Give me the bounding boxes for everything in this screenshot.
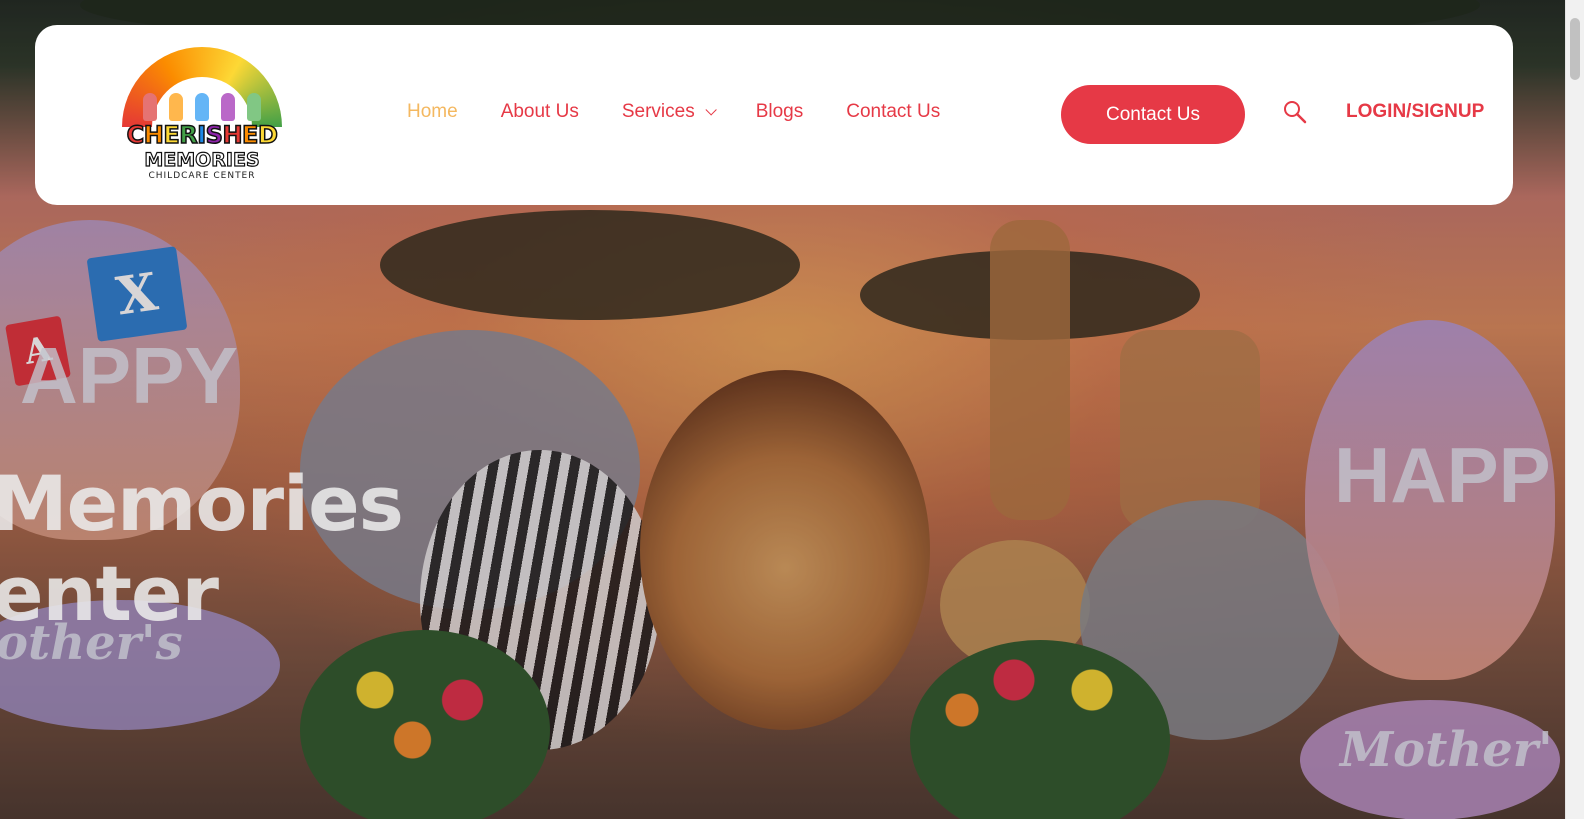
kids-illustration (137, 93, 267, 123)
logo-name-line3: CHILDCARE CENTER (148, 171, 256, 181)
scrollbar-thumb[interactable] (1570, 18, 1580, 80)
logo-name-line1: CHERISHED (126, 120, 279, 150)
main-nav: Home About Us Services Blogs Contact Us (407, 101, 983, 123)
nav-home[interactable]: Home (407, 101, 458, 123)
logo[interactable]: CHERISHED MEMORIES CHILDCARE CENTER (117, 47, 287, 185)
nav-home-label: Home (407, 101, 458, 122)
logo-name-line2: MEMORIES (144, 148, 261, 171)
chevron-down-icon (705, 104, 717, 116)
contact-us-button[interactable]: Contact Us (1061, 85, 1245, 144)
nav-about-us-label: About Us (500, 101, 579, 122)
nav-services[interactable]: Services (621, 101, 717, 123)
nav-blogs[interactable]: Blogs (756, 101, 804, 123)
nav-contact-us-label: Contact Us (846, 101, 941, 122)
login-signup-link[interactable]: LOGIN/SIGNUP (1346, 101, 1484, 123)
nav-services-label: Services (621, 101, 695, 122)
nav-about-us[interactable]: About Us (501, 101, 579, 123)
nav-contact-us[interactable]: Contact Us (846, 101, 940, 123)
nav-blogs-label: Blogs (755, 101, 804, 122)
hero-title-line2: enter (0, 549, 219, 638)
hero-title-line1: Memories (0, 459, 404, 548)
site-header: CHERISHED MEMORIES CHILDCARE CENTER Home… (35, 25, 1513, 205)
page-scrollbar[interactable] (1565, 0, 1584, 819)
search-icon[interactable] (1282, 99, 1308, 125)
